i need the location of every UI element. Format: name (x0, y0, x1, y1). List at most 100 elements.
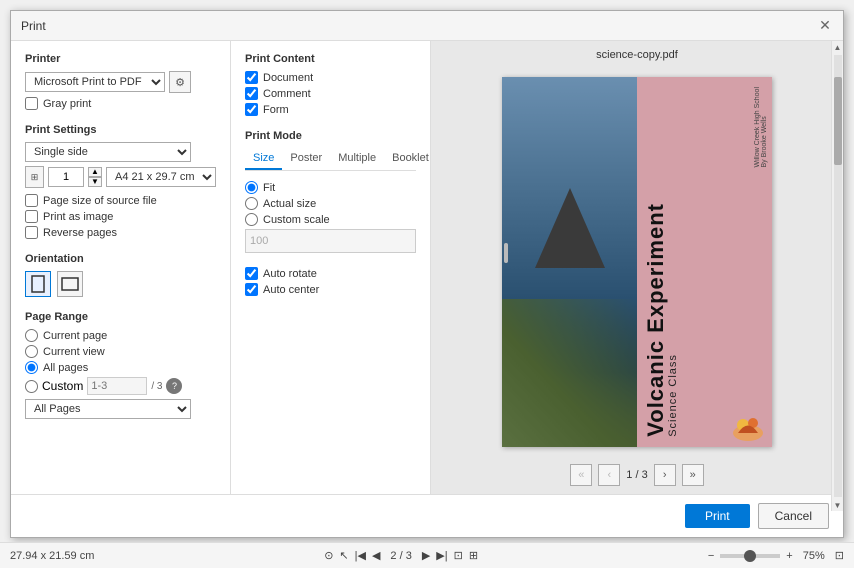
actual-size-row: Actual size (245, 197, 416, 210)
tool-icon-4[interactable]: ◀ (372, 549, 380, 562)
current-page-label: Current page (43, 330, 107, 342)
print-button[interactable]: Print (685, 504, 750, 528)
printer-settings-button[interactable]: ⚙ (169, 71, 191, 93)
custom-scale-label: Custom scale (263, 214, 330, 226)
copies-down-button[interactable]: ▼ (88, 177, 102, 187)
fit-radio[interactable] (245, 181, 258, 194)
next-page-button[interactable]: › (654, 464, 676, 486)
tool-icon-2[interactable]: ↖ (339, 549, 348, 562)
auto-rotate-checkbox[interactable] (245, 267, 258, 280)
mountain-shape (535, 188, 605, 268)
gray-print-checkbox[interactable] (25, 97, 38, 110)
preview-area: Willow Creek High SchoolBy Brooke Wells … (439, 67, 835, 456)
copies-spinner: ▲ ▼ (88, 167, 102, 187)
tab-booklet[interactable]: Booklet (384, 148, 431, 170)
side-select[interactable]: Single side (25, 142, 191, 162)
prev-page-button[interactable]: ‹ (598, 464, 620, 486)
print-mode-tabs: Size Poster Multiple Booklet (245, 148, 416, 171)
copies-up-button[interactable]: ▲ (88, 167, 102, 177)
form-label: Form (263, 104, 289, 116)
document-checkbox[interactable] (245, 71, 258, 84)
auto-rotate-label: Auto rotate (263, 268, 317, 280)
zoom-in-button[interactable]: + (786, 550, 792, 562)
all-pages-row: All pages (25, 361, 216, 374)
close-button[interactable]: ✕ (817, 18, 833, 34)
custom-info-icon[interactable]: ? (166, 378, 182, 394)
orientation-row (25, 271, 216, 297)
scrollbar[interactable]: ▲ ▼ (831, 41, 843, 511)
reverse-pages-label: Reverse pages (43, 227, 117, 239)
dialog-titlebar: Print ✕ (11, 11, 843, 41)
tab-size[interactable]: Size (245, 148, 282, 170)
tool-icon-1[interactable]: ⊙ (324, 549, 333, 562)
landscape-button[interactable] (57, 271, 83, 297)
scroll-down-button[interactable]: ▼ (832, 499, 844, 511)
prev-page-icon: ‹ (607, 469, 611, 481)
last-page-button[interactable]: » (682, 464, 704, 486)
portrait-button[interactable] (25, 271, 51, 297)
page-indicator: 1 / 3 (626, 469, 647, 481)
custom-radio[interactable] (25, 380, 38, 393)
printer-select[interactable]: Microsoft Print to PDF (25, 72, 165, 92)
custom-scale-radio[interactable] (245, 213, 258, 226)
form-checkbox[interactable] (245, 103, 258, 116)
tab-poster[interactable]: Poster (282, 148, 330, 170)
statusbar-right: − + 75% ⊡ (708, 549, 844, 562)
cancel-button[interactable]: Cancel (758, 503, 829, 529)
print-dialog: Print ✕ Printer Microsoft Print to PDF ⚙ (10, 10, 844, 538)
print-settings-section: Print Settings Single side ⊞ ▲ ▼ A4 21 x… (25, 124, 216, 239)
copies-input[interactable] (48, 167, 84, 187)
tool-icon-7[interactable]: ⊡ (454, 549, 463, 562)
orientation-section: Orientation (25, 253, 216, 297)
page-size-checkbox[interactable] (25, 194, 38, 207)
all-pages-radio[interactable] (25, 361, 38, 374)
current-view-row: Current view (25, 345, 216, 358)
comment-checkbox[interactable] (245, 87, 258, 100)
print-as-image-checkbox[interactable] (25, 210, 38, 223)
custom-scale-row: Custom scale (245, 213, 416, 226)
cover-photo (502, 77, 637, 447)
auto-center-checkbox[interactable] (245, 283, 258, 296)
tool-icon-8[interactable]: ⊞ (469, 549, 478, 562)
fit-window-button[interactable]: ⊡ (835, 549, 844, 562)
custom-range-input[interactable] (87, 377, 147, 395)
form-row: Form (245, 103, 416, 116)
current-view-radio[interactable] (25, 345, 38, 358)
paper-select[interactable]: A4 21 x 29.7 cm (106, 167, 216, 187)
tab-multiple[interactable]: Multiple (330, 148, 384, 170)
document-row: Document (245, 71, 416, 84)
custom-slash: / 3 (151, 381, 162, 392)
current-page-radio[interactable] (25, 329, 38, 342)
science-class-text: Science Class (667, 203, 679, 437)
print-settings-title: Print Settings (25, 124, 216, 136)
zoom-slider[interactable] (720, 554, 780, 558)
tool-icon-6[interactable]: ▶| (436, 549, 447, 562)
tool-icon-5[interactable]: ▶ (422, 549, 430, 562)
reverse-pages-checkbox[interactable] (25, 226, 38, 239)
all-pages-select[interactable]: All Pages (25, 399, 191, 419)
zoom-level: 75% (803, 550, 825, 562)
preview-filename: science-copy.pdf (596, 49, 678, 61)
gray-print-row: Gray print (25, 97, 216, 110)
next-page-icon: › (663, 469, 667, 481)
first-page-button[interactable]: « (570, 464, 592, 486)
scroll-up-button[interactable]: ▲ (832, 41, 844, 53)
actual-size-radio[interactable] (245, 197, 258, 210)
dialog-title: Print (21, 19, 46, 33)
document-label: Document (263, 72, 313, 84)
right-panel: science-copy.pdf Willow Creek High Schoo… (431, 41, 843, 494)
scroll-thumb[interactable] (834, 77, 842, 165)
first-page-icon: « (578, 469, 584, 481)
copies-icon: ⊞ (25, 166, 44, 188)
printer-section-title: Printer (25, 53, 216, 65)
zoom-out-button[interactable]: − (708, 550, 714, 562)
actual-size-label: Actual size (263, 198, 316, 210)
scroll-track (834, 55, 842, 497)
fit-label: Fit (263, 182, 275, 194)
middle-panel: Print Content Document Comment Form Prin… (231, 41, 431, 494)
cover-text: Volcanic Experiment Science Class (645, 203, 764, 437)
copies-row: ⊞ ▲ ▼ A4 21 x 29.7 cm (25, 166, 216, 188)
tool-icon-3[interactable]: |◀ (355, 549, 366, 562)
custom-label: Custom (42, 379, 83, 393)
statusbar-center: ⊙ ↖ |◀ ◀ 2 / 3 ▶ ▶| ⊡ ⊞ (324, 549, 478, 562)
